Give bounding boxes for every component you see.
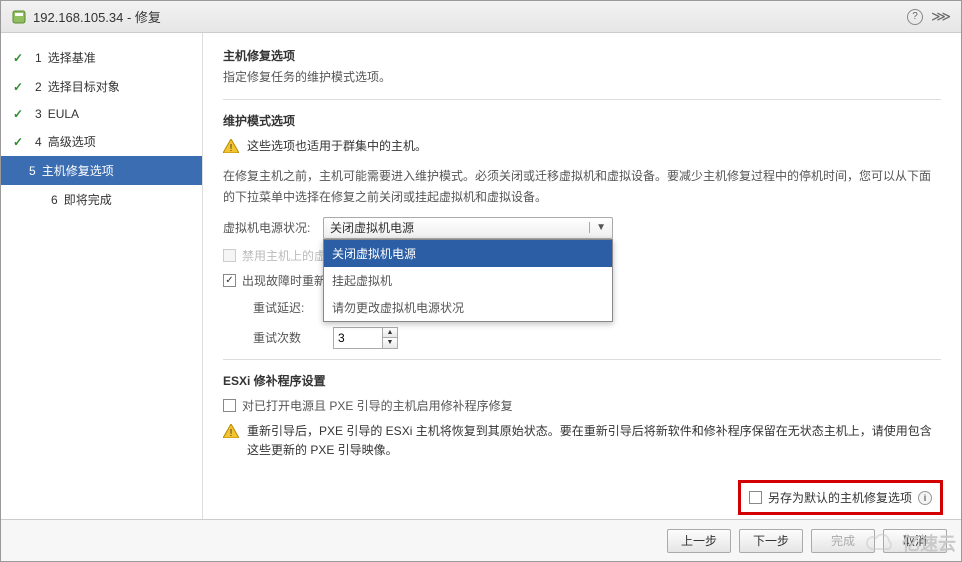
warning-icon: ! — [223, 424, 239, 438]
dropdown-option-suspend[interactable]: 挂起虚拟机 — [324, 267, 612, 294]
maintenance-warning: ! 这些选项也适用于群集中的主机。 — [223, 137, 941, 156]
esxi-warning-text: 重新引导后，PXE 引导的 ESXi 主机将恢复到其原始状态。要在重新引导后将新… — [247, 422, 941, 460]
svg-text:!: ! — [230, 143, 233, 153]
esxi-warning: ! 重新引导后，PXE 引导的 ESXi 主机将恢复到其原始状态。要在重新引导后… — [223, 422, 941, 460]
svg-text:!: ! — [230, 428, 233, 438]
step-select-target[interactable]: ✓2选择目标对象 — [1, 72, 202, 101]
esxi-pxe-label: 对已打开电源且 PXE 引导的主机启用修补程序修复 — [242, 397, 513, 414]
window-title: 192.168.105.34 - 修复 — [33, 7, 907, 26]
dialog-body: ✓1选择基准 ✓2选择目标对象 ✓3EULA ✓4高级选项 5主机修复选项 ✓6… — [1, 33, 961, 519]
step-select-baseline[interactable]: ✓1选择基准 — [1, 43, 202, 72]
maintenance-header: 维护模式选项 — [223, 112, 941, 129]
page-title: 主机修复选项 — [223, 47, 941, 64]
step-host-remediation[interactable]: 5主机修复选项 — [1, 156, 202, 185]
esxi-pxe-row: 对已打开电源且 PXE 引导的主机启用修补程序修复 — [223, 397, 941, 414]
retry-delay-label: 重试延迟: — [223, 299, 333, 316]
maintenance-warning-text: 这些选项也适用于群集中的主机。 — [247, 137, 427, 156]
disable-dpm-label: 禁用主机上的虚 — [242, 247, 326, 264]
step-ready-complete[interactable]: ✓6即将完成 — [1, 185, 202, 214]
retry-count-input[interactable] — [333, 327, 383, 349]
retry-on-fail-checkbox[interactable] — [223, 274, 236, 287]
finish-button: 完成 — [811, 529, 875, 553]
dropdown-option-poweroff[interactable]: 关闭虚拟机电源 — [324, 240, 612, 267]
divider — [223, 99, 941, 100]
save-default-label: 另存为默认的主机修复选项 — [768, 489, 912, 506]
vm-power-dropdown: 关闭虚拟机电源 挂起虚拟机 请勿更改虚拟机电源状况 — [323, 239, 613, 322]
divider — [223, 359, 941, 360]
vm-power-selected-value: 关闭虚拟机电源 — [330, 219, 414, 236]
wizard-sidebar: ✓1选择基准 ✓2选择目标对象 ✓3EULA ✓4高级选项 5主机修复选项 ✓6… — [1, 33, 203, 519]
chevron-down-icon: ▼ — [589, 222, 606, 233]
next-button[interactable]: 下一步 — [739, 529, 803, 553]
esxi-header: ESXi 修补程序设置 — [223, 372, 941, 389]
host-icon — [11, 9, 27, 25]
vm-power-select[interactable]: 关闭虚拟机电源 ▼ 关闭虚拟机电源 挂起虚拟机 请勿更改虚拟机电源状况 — [323, 217, 613, 239]
retry-count-row: 重试次数 ▲▼ — [223, 327, 941, 349]
retry-count-spinner[interactable]: ▲▼ — [333, 327, 398, 349]
titlebar: 192.168.105.34 - 修复 ? ⋙ — [1, 1, 961, 33]
disable-dpm-checkbox — [223, 249, 236, 262]
expand-icon[interactable]: ⋙ — [931, 8, 951, 25]
maintenance-paragraph: 在修复主机之前，主机可能需要进入维护模式。必须关闭或迁移虚拟机和虚拟设备。要减少… — [223, 166, 941, 207]
retry-count-label: 重试次数 — [223, 329, 333, 346]
help-icon[interactable]: ? — [907, 9, 923, 25]
warning-icon: ! — [223, 139, 239, 153]
info-icon[interactable]: i — [918, 491, 932, 505]
dialog-window: 192.168.105.34 - 修复 ? ⋙ ✓1选择基准 ✓2选择目标对象 … — [0, 0, 962, 562]
save-default-checkbox[interactable] — [749, 491, 762, 504]
spinner-down-icon[interactable]: ▼ — [383, 338, 397, 348]
content-panel: 主机修复选项 指定修复任务的维护模式选项。 维护模式选项 ! 这些选项也适用于群… — [203, 33, 961, 519]
dialog-footer: 上一步 下一步 完成 取消 亿速云 — [1, 519, 961, 561]
spinner-up-icon[interactable]: ▲ — [383, 328, 397, 338]
dropdown-option-nochange[interactable]: 请勿更改虚拟机电源状况 — [324, 294, 612, 321]
cancel-button[interactable]: 取消 — [883, 529, 947, 553]
esxi-pxe-checkbox[interactable] — [223, 399, 236, 412]
vm-power-label: 虚拟机电源状况: — [223, 219, 323, 236]
save-default-highlight: 另存为默认的主机修复选项 i — [738, 480, 943, 515]
vm-power-row: 虚拟机电源状况: 关闭虚拟机电源 ▼ 关闭虚拟机电源 挂起虚拟机 请勿更改虚拟机… — [223, 217, 941, 239]
step-advanced[interactable]: ✓4高级选项 — [1, 127, 202, 156]
retry-on-fail-label: 出现故障时重新 — [242, 272, 326, 289]
page-description: 指定修复任务的维护模式选项。 — [223, 68, 941, 85]
back-button[interactable]: 上一步 — [667, 529, 731, 553]
step-eula[interactable]: ✓3EULA — [1, 101, 202, 127]
